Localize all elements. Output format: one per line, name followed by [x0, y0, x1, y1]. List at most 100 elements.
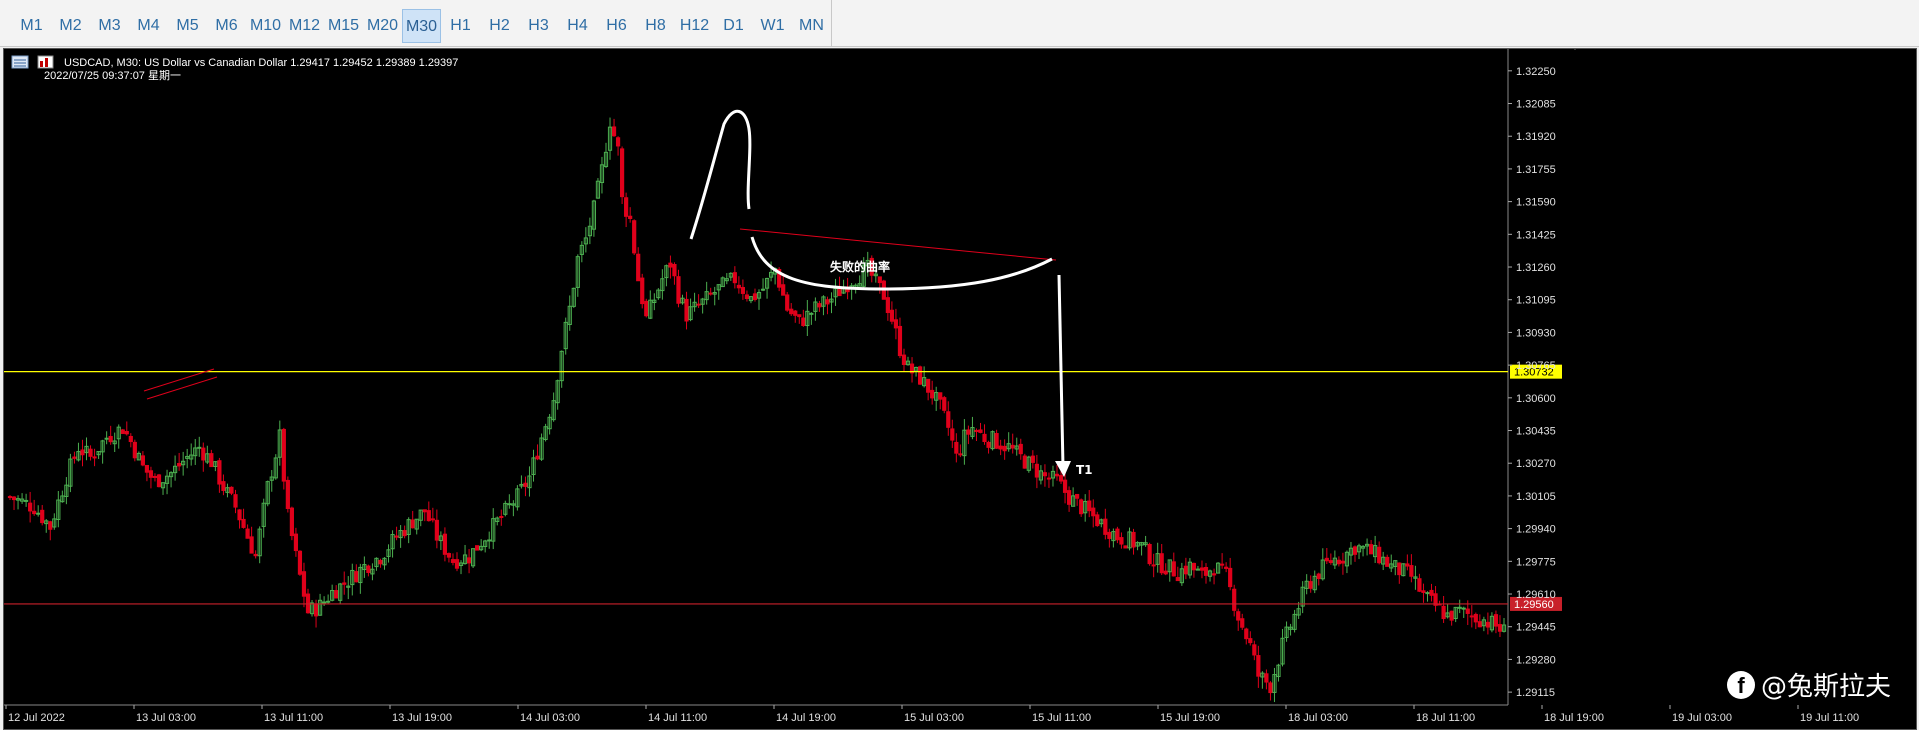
timeframe-button-m30[interactable]: M30	[402, 9, 441, 43]
candle	[507, 494, 512, 509]
timeframe-button-m4[interactable]: M4	[129, 9, 168, 43]
candle-body	[1030, 455, 1035, 463]
timeframe-button-m3[interactable]: M3	[90, 9, 129, 43]
trend-line[interactable]	[146, 376, 218, 400]
timeframe-button-h12[interactable]: H12	[675, 9, 714, 43]
spike-curve[interactable]	[689, 110, 752, 240]
candle-body	[942, 397, 947, 411]
candle-body	[978, 429, 983, 433]
candle-body	[80, 449, 85, 456]
candle	[374, 557, 379, 571]
candle	[1018, 438, 1023, 460]
price-tick-label: 1.32250	[1516, 66, 1556, 78]
candle	[454, 552, 460, 572]
candle-body	[1244, 628, 1249, 640]
timeframe-button-h2[interactable]: H2	[480, 9, 519, 43]
timeframe-button-h6[interactable]: H6	[597, 9, 636, 43]
candle-body	[1340, 560, 1346, 564]
candle-body	[1441, 605, 1446, 620]
timeframe-button-h3[interactable]: H3	[519, 9, 558, 43]
candle-body	[1421, 590, 1426, 593]
candle	[1481, 616, 1486, 632]
candle	[567, 295, 572, 331]
candle-body	[132, 441, 137, 459]
candle	[1215, 562, 1221, 574]
candle-body	[901, 354, 907, 365]
candle	[19, 493, 25, 504]
candle	[926, 378, 931, 401]
candle	[24, 493, 29, 507]
candle	[1203, 563, 1209, 584]
timeframe-button-d1[interactable]: D1	[714, 9, 753, 43]
candle-body	[301, 571, 307, 597]
timeframe-button-mn[interactable]: MN	[792, 9, 831, 43]
candle	[1095, 511, 1100, 527]
candle-body	[624, 197, 629, 217]
candle	[789, 303, 794, 316]
candle	[205, 445, 210, 465]
timeframe-button-w1[interactable]: W1	[753, 9, 792, 43]
candle	[1381, 551, 1386, 571]
candle-body	[454, 559, 460, 569]
candle	[1324, 547, 1329, 565]
candle	[607, 117, 613, 160]
candle	[648, 290, 653, 320]
target-arrow-line[interactable]	[1057, 274, 1065, 468]
timeframe-button-m5[interactable]: M5	[168, 9, 207, 43]
trend-line[interactable]	[143, 368, 215, 392]
candle-body	[930, 389, 935, 399]
timeframe-button-h8[interactable]: H8	[636, 9, 675, 43]
resistance-line[interactable]	[739, 228, 1057, 261]
time-tick-label: 18 Jul 11:00	[1416, 712, 1475, 724]
candle-body	[950, 428, 955, 441]
timeframe-button-h1[interactable]: H1	[441, 9, 480, 43]
candle	[136, 451, 141, 461]
candle-body	[1079, 499, 1084, 515]
candle	[652, 293, 657, 311]
candle	[293, 527, 299, 557]
candle	[326, 594, 331, 605]
candle	[84, 437, 89, 461]
candle	[1256, 645, 1261, 688]
timeframe-button-m15[interactable]: M15	[324, 9, 363, 43]
candle	[636, 247, 641, 282]
price-tick-label: 1.29775	[1516, 556, 1556, 568]
candle	[1320, 548, 1325, 581]
candle-body	[889, 309, 895, 322]
chart-window-icon[interactable]	[11, 55, 29, 69]
candle	[1183, 557, 1188, 580]
timeframe-button-m6[interactable]: M6	[207, 9, 246, 43]
timeframe-button-m12[interactable]: M12	[285, 9, 324, 43]
candle	[1240, 613, 1245, 630]
candle	[849, 282, 854, 300]
candle	[1175, 566, 1180, 582]
candle-body	[1385, 556, 1390, 567]
annotation-target-t1: T1	[1076, 463, 1093, 477]
candle-body	[946, 411, 951, 428]
candle-body	[1232, 588, 1237, 611]
candle-body	[817, 303, 822, 308]
timeframe-button-m1[interactable]: M1	[12, 9, 51, 43]
candle	[740, 279, 746, 300]
timeframe-button-m20[interactable]: M20	[363, 9, 402, 43]
candle	[583, 227, 588, 253]
candle-body	[1002, 445, 1007, 452]
chart-window[interactable]: USDCAD, M30: US Dollar vs Canadian Dolla…	[3, 48, 1917, 730]
timeframe-button-m10[interactable]: M10	[246, 9, 285, 43]
candle	[104, 431, 109, 445]
candle	[301, 562, 307, 608]
candle	[535, 444, 540, 461]
candle	[1042, 464, 1048, 487]
candle	[958, 444, 963, 458]
chart-canvas[interactable]: USDCAD, M30: US Dollar vs Canadian Dolla…	[4, 49, 1916, 729]
candle-body	[632, 220, 637, 254]
candle	[930, 380, 935, 405]
timeframe-button-m2[interactable]: M2	[51, 9, 90, 43]
candle	[563, 317, 568, 355]
candle-body	[297, 550, 303, 575]
timeframe-button-h4[interactable]: H4	[558, 9, 597, 43]
candle	[700, 297, 705, 314]
candle	[1312, 570, 1317, 594]
candle-body	[696, 303, 701, 306]
shift-marker[interactable]	[1570, 49, 1580, 50]
